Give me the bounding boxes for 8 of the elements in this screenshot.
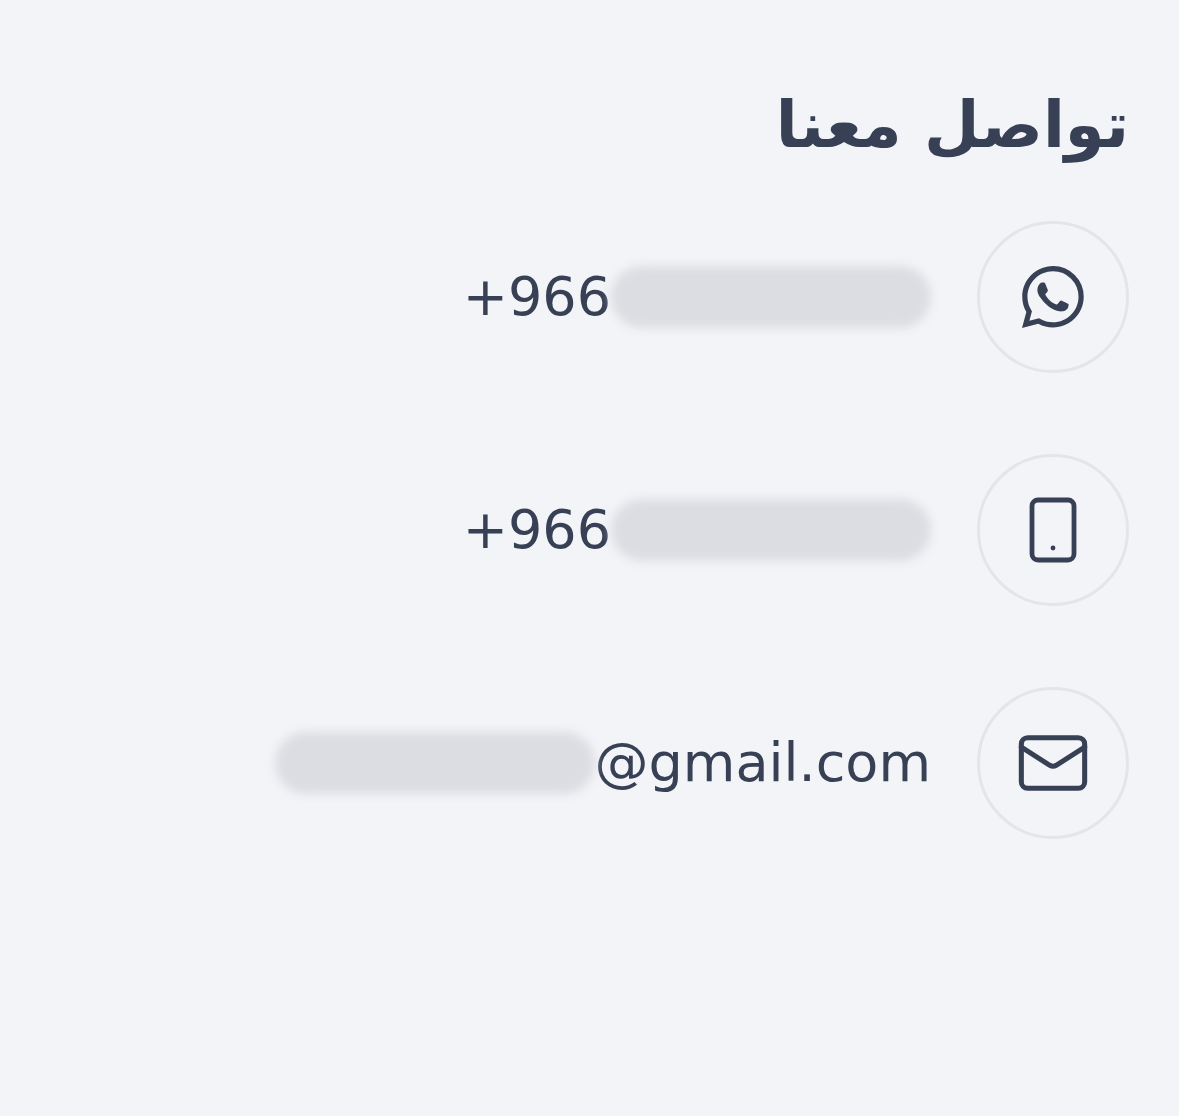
contact-button[interactable]	[977, 221, 1129, 373]
page-title: تواصل معنا	[775, 87, 1129, 165]
contact-text: @gmail.com	[594, 736, 931, 790]
contact-button[interactable]	[977, 687, 1129, 839]
contact-button[interactable]	[977, 454, 1129, 606]
contact-text: +966	[462, 270, 611, 324]
whatsapp-icon	[1022, 266, 1084, 328]
contact-text: +966	[462, 503, 611, 557]
